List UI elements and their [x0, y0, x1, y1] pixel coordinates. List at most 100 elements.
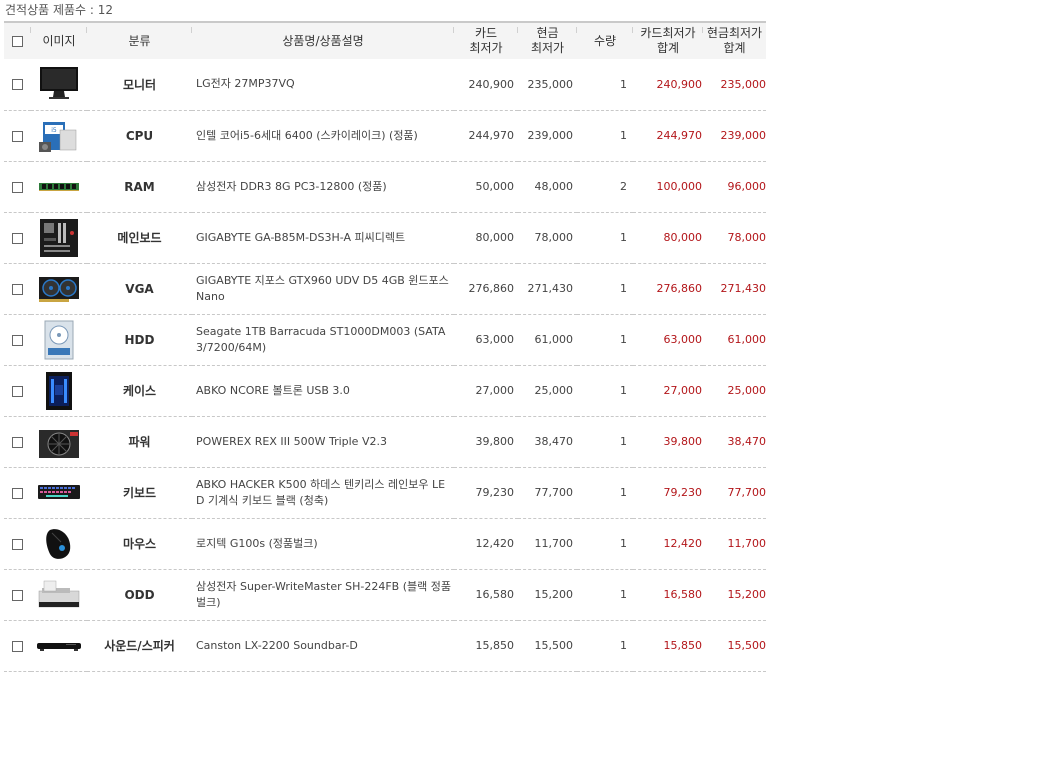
- card-price: 80,000: [475, 231, 515, 244]
- quantity: 1: [620, 384, 627, 397]
- card-price: 244,970: [468, 129, 515, 142]
- product-name[interactable]: Seagate 1TB Barracuda ST1000DM003 (SATA3…: [192, 314, 454, 365]
- product-category: VGA: [125, 281, 154, 296]
- select-all-checkbox[interactable]: [12, 35, 23, 47]
- table-row: i5 CPU 인텔 코어i5-6세대 6400 (스카이레이크) (정품) 244,9…: [4, 110, 766, 161]
- table-header: 이미지 분류 상품명/상품설명 카드 최저가 현금 최저가 수량 카드최저가 합계 현…: [4, 22, 766, 59]
- product-category: RAM: [124, 179, 155, 194]
- pc-case-icon[interactable]: [36, 371, 82, 411]
- card-price: 276,860: [468, 282, 515, 295]
- table-row: ODD 삼성전자 Super-WriteMaster SH-224FB (블랙 정…: [4, 569, 766, 620]
- row-checkbox-cell: [4, 518, 31, 569]
- card-price: 16,580: [475, 588, 515, 601]
- product-category: HDD: [124, 332, 155, 347]
- row-checkbox-cell: [4, 212, 31, 263]
- card-price: 15,850: [475, 639, 515, 652]
- row-checkbox[interactable]: [12, 232, 23, 244]
- row-checkbox[interactable]: [12, 436, 23, 448]
- card-price: 39,800: [475, 435, 515, 448]
- product-category: 메인보드: [117, 231, 162, 245]
- product-name[interactable]: 삼성전자 Super-WriteMaster SH-224FB (블랙 정품벌크…: [192, 569, 454, 620]
- product-name[interactable]: GIGABYTE GA-B85M-DS3H-A 피씨디렉트: [192, 212, 454, 263]
- row-checkbox[interactable]: [12, 640, 23, 652]
- product-image-cell: [31, 212, 87, 263]
- quantity: 1: [620, 639, 627, 652]
- row-checkbox[interactable]: [12, 79, 23, 91]
- product-name[interactable]: ABKO HACKER K500 하데스 텐키리스 레인보우 LED 기계식 키…: [192, 467, 454, 518]
- header-card-price-line1: 카드: [474, 26, 498, 40]
- header-image: 이미지: [31, 22, 87, 59]
- table-row: 모니터 LG전자 27MP37VQ 240,900 235,000 1 240,900 23…: [4, 59, 766, 110]
- product-category: 모니터: [122, 77, 157, 92]
- product-image-cell: [31, 620, 87, 671]
- product-name[interactable]: LG전자 27MP37VQ: [192, 59, 454, 110]
- row-checkbox-cell: [4, 569, 31, 620]
- row-checkbox[interactable]: [12, 589, 23, 601]
- card-price: 79,230: [475, 486, 515, 499]
- row-checkbox[interactable]: [12, 334, 23, 346]
- cash-total: 78,000: [727, 231, 767, 244]
- row-checkbox[interactable]: [12, 487, 23, 499]
- motherboard-icon[interactable]: [36, 218, 82, 258]
- cpu-icon[interactable]: i5: [36, 116, 82, 156]
- card-price: 27,000: [475, 384, 515, 397]
- optical-drive-icon[interactable]: [36, 575, 82, 615]
- product-image-cell: [31, 365, 87, 416]
- ram-icon[interactable]: [36, 167, 82, 207]
- row-checkbox[interactable]: [12, 283, 23, 295]
- quantity: 1: [620, 231, 627, 244]
- row-checkbox[interactable]: [12, 538, 23, 550]
- graphics-card-icon[interactable]: [36, 269, 82, 309]
- cash-total: 235,000: [720, 77, 767, 91]
- table-row: 키보드 ABKO HACKER K500 하데스 텐키리스 레인보우 LED 기계…: [4, 467, 766, 518]
- cash-total: 11,700: [727, 537, 767, 550]
- soundbar-icon[interactable]: [36, 626, 82, 666]
- quantity: 1: [620, 588, 627, 601]
- header-qty: 수량: [577, 22, 633, 59]
- cash-total: 15,200: [727, 588, 767, 601]
- product-name[interactable]: Canston LX-2200 Soundbar-D: [192, 620, 454, 671]
- header-category: 분류: [87, 22, 192, 59]
- row-checkbox-cell: [4, 263, 31, 314]
- cash-total: 15,500: [727, 639, 767, 652]
- product-name[interactable]: POWEREX REX III 500W Triple V2.3: [192, 416, 454, 467]
- product-name[interactable]: 인텔 코어i5-6세대 6400 (스카이레이크) (정품): [192, 110, 454, 161]
- product-image-cell: [31, 314, 87, 365]
- row-checkbox-cell: [4, 161, 31, 212]
- select-all-cell: [4, 22, 31, 59]
- table-row: 메인보드 GIGABYTE GA-B85M-DS3H-A 피씨디렉트 80,000 7…: [4, 212, 766, 263]
- quantity: 1: [620, 129, 627, 142]
- hdd-icon[interactable]: [36, 320, 82, 360]
- product-category: 키보드: [122, 486, 157, 500]
- header-cash-total-line2: 합계: [723, 41, 746, 55]
- product-name[interactable]: ABKO NCORE 볼트론 USB 3.0: [192, 365, 454, 416]
- header-card-price-line2: 최저가: [469, 41, 503, 55]
- card-price: 12,420: [475, 537, 515, 550]
- product-image-cell: i5: [31, 110, 87, 161]
- quantity: 1: [620, 537, 627, 550]
- row-checkbox[interactable]: [12, 385, 23, 397]
- product-name[interactable]: GIGABYTE 지포스 GTX960 UDV D5 4GB 윈드포스 Nano: [192, 263, 454, 314]
- table-row: 마우스 로지텍 G100s (정품벌크) 12,420 11,700 1 12,420 11…: [4, 518, 766, 569]
- monitor-icon[interactable]: [36, 64, 82, 104]
- cash-price: 48,000: [534, 180, 574, 193]
- mouse-icon[interactable]: [36, 524, 82, 564]
- card-total: 12,420: [663, 537, 703, 550]
- keyboard-icon[interactable]: [36, 473, 82, 513]
- quantity: 1: [620, 77, 627, 91]
- cash-price: 271,430: [527, 282, 574, 295]
- product-name[interactable]: 삼성전자 DDR3 8G PC3-12800 (정품): [192, 161, 454, 212]
- header-cash-total: 현금최저가 합계: [703, 22, 766, 59]
- row-checkbox-cell: [4, 110, 31, 161]
- row-checkbox[interactable]: [12, 130, 23, 142]
- product-category: 마우스: [122, 537, 157, 551]
- power-supply-icon[interactable]: [36, 422, 82, 462]
- card-total: 15,850: [663, 639, 703, 652]
- product-image-cell: [31, 467, 87, 518]
- card-total: 79,230: [663, 486, 703, 499]
- card-total: 240,900: [656, 77, 703, 91]
- table-row: 사운드/스피커 Canston LX-2200 Soundbar-D 15,850 1…: [4, 620, 766, 671]
- card-total: 39,800: [663, 435, 703, 448]
- product-name[interactable]: 로지텍 G100s (정품벌크): [192, 518, 454, 569]
- row-checkbox[interactable]: [12, 181, 23, 193]
